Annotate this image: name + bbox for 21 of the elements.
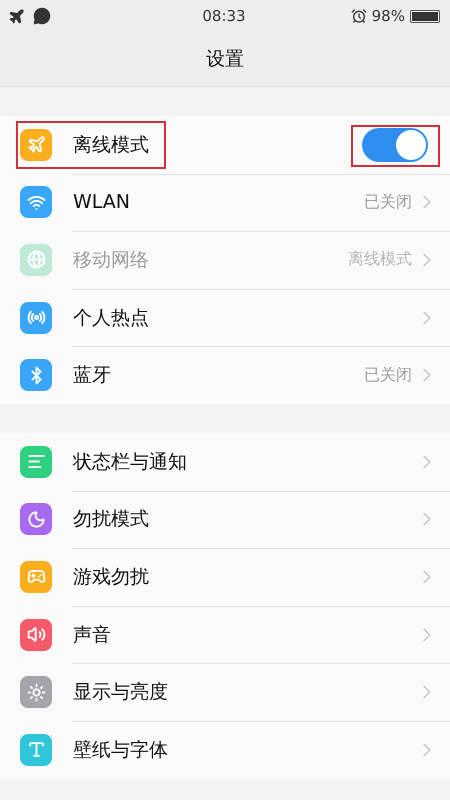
toggle-switch[interactable]: [362, 128, 428, 162]
setting-label[interactable]: 离线模式: [73, 132, 149, 158]
setting-label[interactable]: WLAN: [73, 191, 130, 214]
airplane-icon: [8, 8, 25, 24]
setting-label[interactable]: 显示与亮度: [73, 679, 168, 706]
setting-label[interactable]: 蓝牙: [73, 362, 111, 388]
setting-value: 已关闭: [364, 192, 412, 213]
setting-label[interactable]: 壁纸与字体: [73, 736, 168, 763]
setting-label[interactable]: 勿扰模式: [73, 506, 149, 532]
setting-label[interactable]: 声音: [73, 622, 111, 648]
setting-label[interactable]: 游戏勿扰: [73, 564, 149, 590]
clock-time: 08:33: [202, 7, 246, 25]
setting-label[interactable]: 个人热点: [73, 304, 149, 331]
battery-icon: [410, 10, 440, 22]
battery-percent: 98%: [372, 7, 405, 25]
setting-value: 已关闭: [364, 364, 412, 386]
setting-label[interactable]: 状态栏与通知: [73, 448, 187, 475]
alarm-icon: [350, 8, 367, 24]
page-title: 设置: [206, 47, 244, 72]
setting-value: 离线模式: [348, 249, 412, 270]
chat-icon: [33, 7, 51, 25]
